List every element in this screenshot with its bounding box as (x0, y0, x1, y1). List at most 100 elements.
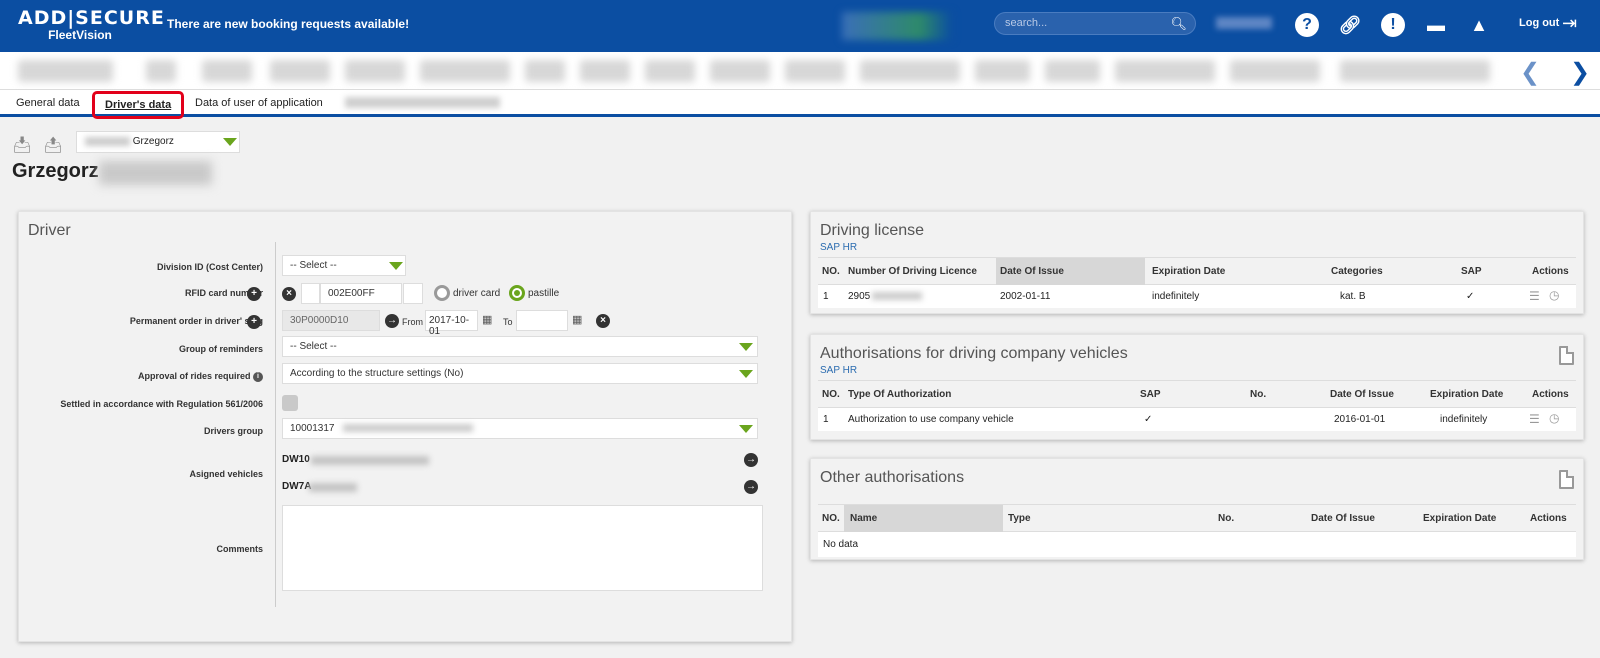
radio-pastille[interactable] (509, 285, 525, 301)
blurred-nav-item[interactable] (580, 60, 630, 82)
table-row[interactable]: 1 2905 2002-01-11 indefinitely kat. B ✓ … (818, 285, 1576, 308)
rfid-suffix-input[interactable] (403, 283, 423, 304)
settled-checkbox[interactable] (282, 395, 298, 411)
blurred-nav-item[interactable] (1230, 60, 1320, 82)
add-rfid-icon[interactable]: + (247, 287, 261, 301)
drivers-group-select[interactable]: 10001317 (282, 418, 758, 439)
inbox-out-icon[interactable]: 📤︎ (43, 135, 65, 154)
rfid-card-input[interactable]: 002E00FF (320, 283, 402, 304)
blurred-nav-item[interactable] (420, 60, 510, 82)
document-icon[interactable] (1559, 346, 1574, 365)
col-licence-number[interactable]: Number Of Driving Licence (848, 266, 977, 277)
vehicle-plate[interactable]: DW10 (282, 454, 310, 465)
chat-icon[interactable]: ▬ (1424, 13, 1448, 37)
col-sap[interactable]: SAP (1140, 389, 1161, 400)
search-icon[interactable]: 🔍︎ (1170, 16, 1187, 32)
col-expiration-date[interactable]: Expiration Date (1430, 389, 1503, 400)
tab-general-data[interactable]: General data (16, 97, 80, 109)
arrow-right-icon[interactable]: → (744, 480, 758, 494)
blurred-nav-item[interactable] (1045, 60, 1100, 82)
col-sap[interactable]: SAP (1461, 266, 1482, 277)
calendar-icon[interactable]: ▦ (572, 313, 582, 326)
blurred-nav-item[interactable] (645, 60, 695, 82)
clear-dates-icon[interactable]: × (596, 314, 610, 328)
permanent-order-input[interactable]: 30P0000D10 (282, 310, 380, 331)
blurred-nav-item[interactable] (785, 60, 845, 82)
col-date-of-issue[interactable]: Date Of Issue (1311, 513, 1375, 524)
col-number[interactable]: No. (1218, 513, 1234, 524)
alert-icon[interactable]: ! (1381, 13, 1405, 37)
inbox-in-icon[interactable]: 📥︎ (12, 135, 34, 154)
chevron-down-icon[interactable] (739, 425, 753, 433)
logout-icon[interactable]: ⇥ (1562, 13, 1584, 35)
reminders-select[interactable]: -- Select -- (282, 336, 758, 357)
chevron-down-icon[interactable] (389, 262, 403, 270)
driver-select[interactable]: Grzegorz (76, 131, 240, 153)
table-row[interactable]: 1 Authorization to use company vehicle ✓… (818, 408, 1576, 431)
col-type[interactable]: Type (1008, 513, 1031, 524)
calendar-icon[interactable]: ▦ (482, 313, 492, 326)
info-icon[interactable]: i (253, 371, 263, 382)
to-date-input[interactable] (516, 310, 568, 331)
col-name[interactable]: Name (850, 513, 877, 524)
blurred-user-name[interactable] (1216, 17, 1272, 29)
col-authorization-type[interactable]: Type Of Authorization (848, 389, 951, 400)
division-select[interactable]: -- Select -- (282, 255, 406, 276)
rfid-prefix-input[interactable] (301, 283, 320, 304)
col-categories[interactable]: Categories (1331, 266, 1383, 277)
col-date-of-issue[interactable]: Date Of Issue (1330, 389, 1394, 400)
chevron-down-icon[interactable] (739, 370, 753, 378)
tab-user-of-application[interactable]: Data of user of application (195, 97, 323, 109)
col-number[interactable]: No. (1250, 389, 1266, 400)
sap-hr-link[interactable]: SAP HR (820, 242, 857, 253)
blurred-nav-item[interactable] (525, 60, 565, 82)
blurred-nav-item[interactable] (270, 60, 330, 82)
radio-pastille-label[interactable]: pastille (528, 288, 559, 299)
blurred-nav-item[interactable] (345, 60, 405, 82)
help-icon[interactable]: ? (1295, 13, 1319, 37)
add-permanent-order-icon[interactable]: + (247, 315, 261, 329)
logout-button[interactable]: Log out (1519, 17, 1559, 29)
col-no[interactable]: NO. (822, 389, 840, 400)
col-expiration-date[interactable]: Expiration Date (1152, 266, 1225, 277)
blurred-nav-item[interactable] (710, 60, 770, 82)
arrow-right-icon[interactable]: → (385, 314, 399, 328)
blurred-nav-item[interactable] (18, 60, 113, 82)
chevron-right-icon[interactable]: ❯ (1570, 58, 1590, 87)
col-expiration-date[interactable]: Expiration Date (1423, 513, 1496, 524)
booking-notice[interactable]: There are new booking requests available… (167, 17, 409, 31)
blurred-nav-item[interactable] (1115, 60, 1215, 82)
col-no[interactable]: NO. (822, 266, 840, 277)
document-icon[interactable] (1559, 470, 1574, 489)
search-input[interactable]: search... 🔍︎ (994, 12, 1196, 35)
no-data-text: No data (823, 539, 859, 550)
from-date-input[interactable]: 2017-10-01 (425, 310, 478, 337)
sap-hr-link[interactable]: SAP HR (820, 365, 857, 376)
radio-driver-card[interactable] (434, 285, 450, 301)
clear-rfid-icon[interactable]: × (282, 287, 296, 301)
chevron-up-icon[interactable]: ▲ (1467, 13, 1491, 37)
vehicle-plate[interactable]: DW7A (282, 481, 311, 492)
col-no[interactable]: NO. (822, 513, 840, 524)
stopwatch-icon[interactable]: ◷ (1549, 411, 1559, 425)
details-icon[interactable]: ☰ (1529, 412, 1540, 426)
approval-select[interactable]: According to the structure settings (No) (282, 363, 758, 384)
blurred-nav-item[interactable] (146, 60, 176, 82)
chevron-down-icon[interactable] (739, 343, 753, 351)
chevron-left-icon[interactable]: ❮ (1520, 58, 1540, 87)
blurred-nav-item[interactable] (860, 60, 960, 82)
tab-drivers-data[interactable]: Driver's data (92, 91, 185, 119)
blurred-tab[interactable] (345, 97, 500, 108)
stopwatch-icon[interactable]: ◷ (1549, 288, 1559, 302)
details-icon[interactable]: ☰ (1529, 289, 1540, 303)
blurred-nav-item[interactable] (1340, 60, 1490, 82)
col-date-of-issue[interactable]: Date Of Issue (1000, 266, 1064, 277)
radio-driver-card-label[interactable]: driver card (453, 288, 500, 299)
link-icon[interactable]: 🔗︎ (1338, 13, 1362, 37)
chevron-down-icon[interactable] (223, 138, 237, 146)
arrow-right-icon[interactable]: → (744, 453, 758, 467)
blurred-nav-item[interactable] (202, 60, 252, 82)
blurred-nav-item[interactable] (975, 60, 1030, 82)
comments-textarea[interactable] (282, 505, 763, 591)
app-logo[interactable]: ADD|SECURE FleetVision (18, 8, 164, 42)
